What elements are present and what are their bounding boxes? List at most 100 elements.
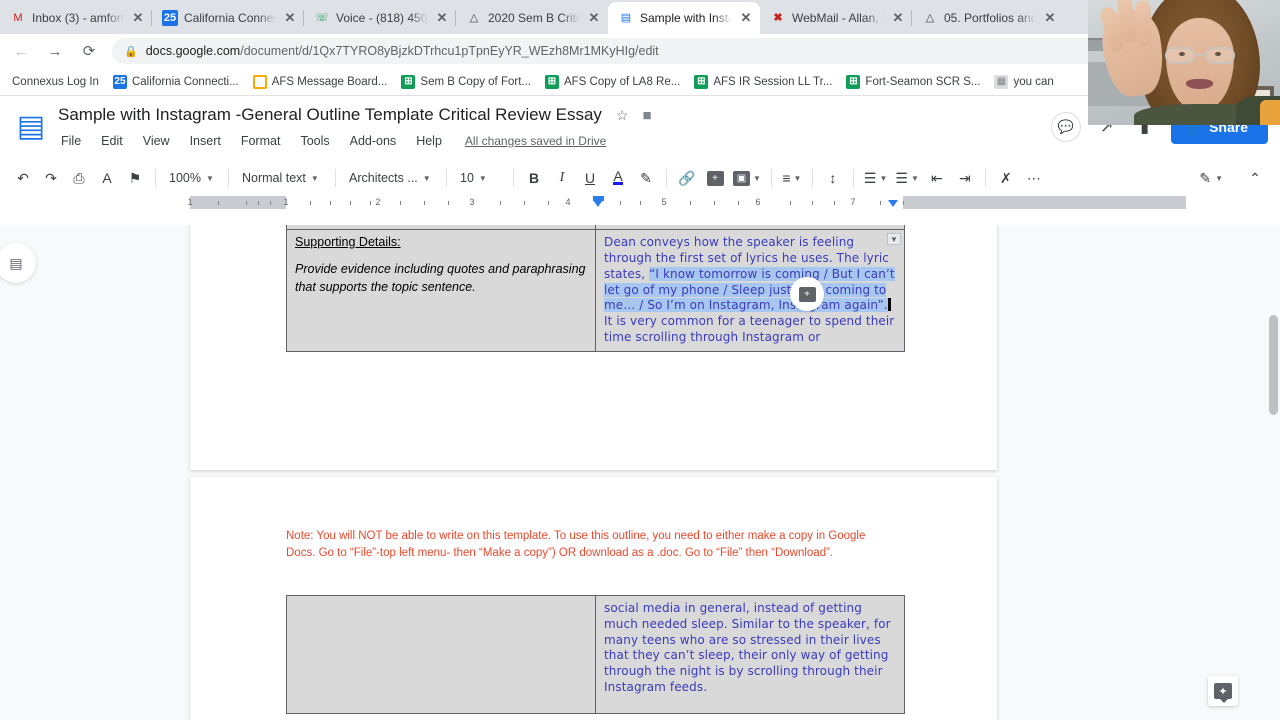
left-indent-marker[interactable]: [593, 200, 603, 207]
menu-format[interactable]: Format: [238, 133, 284, 149]
bookmark-item[interactable]: ⊞ AFS IR Session LL Tr...: [688, 72, 838, 92]
ruler-number: 2: [375, 197, 381, 207]
paragraph-style-selector[interactable]: Normal text ▼: [236, 165, 328, 191]
tab-close-icon[interactable]: ✕: [282, 10, 298, 26]
browser-tab-2[interactable]: ☏ Voice - (818) 450- ✕: [304, 2, 456, 34]
toolbar-divider: [984, 169, 986, 187]
comment-history-icon[interactable]: 💬: [1050, 112, 1081, 142]
chevron-down-icon: ▼: [422, 173, 431, 183]
bookmark-item[interactable]: ▦ you can: [988, 72, 1059, 92]
menu-edit[interactable]: Edit: [98, 133, 126, 149]
ruler-number: 3: [469, 197, 475, 207]
vertical-scrollbar[interactable]: [1266, 225, 1280, 720]
webcam-person-glasses: [1164, 47, 1236, 64]
tab-close-icon[interactable]: ✕: [130, 10, 146, 26]
bookmark-item[interactable]: Connexus Log In: [6, 73, 105, 91]
address-bar[interactable]: 🔒 docs.google.com/document/d/1Qx7TYRO8yB…: [112, 38, 1204, 64]
align-button[interactable]: ≡ ▼: [779, 165, 805, 191]
scrollbar-thumb[interactable]: [1269, 315, 1278, 415]
clear-formatting-button[interactable]: ✗: [993, 165, 1019, 191]
more-options-button[interactable]: ⋯: [1021, 165, 1047, 191]
url-path: /document/d/1Qx7TYRO8yBjzkDTrhcu1pTpnEyY…: [240, 44, 659, 58]
font-value: Architects ...: [349, 171, 418, 185]
bold-button[interactable]: B: [521, 165, 547, 191]
browser-tab-1[interactable]: 25 California Connec ✕: [152, 2, 304, 34]
tab-close-icon[interactable]: ✕: [738, 10, 754, 26]
tab-close-icon[interactable]: ✕: [586, 10, 602, 26]
table-row: social media in general, instead of gett…: [286, 595, 905, 714]
webcam-foreground-object: [1260, 100, 1280, 125]
bookmark-item[interactable]: ⊞ Sem B Copy of Fort...: [395, 72, 537, 92]
table-cell-supporting-details-prompt[interactable]: Supporting Details: Provide evidence inc…: [286, 229, 596, 352]
explore-button[interactable]: ✦: [1208, 676, 1238, 706]
add-comment-floating-button[interactable]: +: [790, 277, 824, 311]
calendar-icon: 25: [162, 10, 178, 26]
document-title[interactable]: Sample with Instagram -General Outline T…: [58, 105, 602, 125]
browser-tab-5[interactable]: ✖ WebMail - Allan, F ✕: [760, 2, 912, 34]
table-cell-student-response-2[interactable]: social media in general, instead of gett…: [595, 595, 905, 714]
menu-insert[interactable]: Insert: [187, 133, 224, 149]
paint-format-button[interactable]: ⚑: [122, 165, 148, 191]
italic-button[interactable]: I: [549, 165, 575, 191]
font-size-selector[interactable]: 10 ▼: [454, 165, 506, 191]
highlight-color-button[interactable]: ✎: [633, 165, 659, 191]
ruler-number: 1: [187, 197, 193, 207]
increase-indent-button[interactable]: ⇥: [952, 165, 978, 191]
undo-button[interactable]: ↶: [10, 165, 36, 191]
text-color-button[interactable]: A: [605, 165, 631, 191]
bookmark-item[interactable]: AFS Message Board...: [247, 72, 394, 92]
star-icon[interactable]: ☆: [616, 107, 629, 124]
table-cell-empty-left[interactable]: [286, 595, 596, 714]
bulleted-list-button[interactable]: ☰ ▼: [892, 165, 921, 191]
style-value: Normal text: [242, 171, 306, 185]
menu-view[interactable]: View: [140, 133, 173, 149]
tab-close-icon[interactable]: ✕: [434, 10, 450, 26]
bookmark-item[interactable]: 25 California Connecti...: [107, 72, 245, 92]
document-ruler[interactable]: 1 1 2 3 4 5 6 7: [0, 196, 1280, 210]
right-indent-marker[interactable]: [888, 200, 898, 207]
zoom-selector[interactable]: 100% ▼: [163, 165, 221, 191]
browser-tab-3[interactable]: △ 2020 Sem B Critic ✕: [456, 2, 608, 34]
sheets-icon: ⊞: [544, 74, 559, 89]
add-comment-button[interactable]: +: [702, 165, 728, 191]
spellcheck-button[interactable]: A: [94, 165, 120, 191]
bookmark-item[interactable]: ⊞ AFS Copy of LA8 Re...: [539, 72, 686, 92]
save-status-label[interactable]: All changes saved in Drive: [465, 134, 606, 148]
menu-addons[interactable]: Add-ons: [347, 133, 400, 149]
numbered-list-button[interactable]: ☰ ▼: [861, 165, 890, 191]
bookmark-item[interactable]: ⊞ Fort-Seamon SCR S...: [840, 72, 986, 92]
table-cell-student-response-1[interactable]: Dean conveys how the speaker is feeling …: [595, 229, 905, 352]
underline-button[interactable]: U: [577, 165, 603, 191]
insert-link-button[interactable]: 🔗: [674, 165, 700, 191]
move-to-folder-icon[interactable]: ■: [642, 107, 651, 124]
font-family-selector[interactable]: Architects ... ▼: [343, 165, 439, 191]
collapse-toolbar-button[interactable]: ⌃: [1242, 165, 1268, 191]
sheets-icon: ⊞: [401, 74, 416, 89]
cell-overflow-handle[interactable]: ▼: [887, 233, 901, 246]
document-canvas[interactable]: (choose 1)? Supporting Details: Provide …: [0, 225, 1280, 720]
menu-tools[interactable]: Tools: [297, 133, 332, 149]
chevron-down-icon: ▼: [1215, 173, 1223, 183]
redo-button[interactable]: ↷: [38, 165, 64, 191]
toolbar-right-group: ✎ ▼ ⌃: [1196, 165, 1268, 191]
tab-close-icon[interactable]: ✕: [890, 10, 906, 26]
browser-tab-0[interactable]: M Inbox (3) - amfort ✕: [0, 2, 152, 34]
menu-help[interactable]: Help: [413, 133, 445, 149]
browser-tab-6[interactable]: △ 05. Portfolios and ✕: [912, 2, 1064, 34]
toolbar-divider: [446, 169, 447, 187]
docs-toolbar: ↶ ↷ ⎙ A ⚑ 100% ▼ Normal text ▼ Architect…: [0, 160, 1280, 196]
menu-file[interactable]: File: [58, 133, 84, 149]
forward-button[interactable]: →: [44, 40, 66, 62]
tab-close-icon[interactable]: ✕: [1042, 10, 1058, 26]
back-button[interactable]: ←: [10, 40, 32, 62]
numbered-list-icon: ☰: [863, 169, 877, 186]
print-button[interactable]: ⎙: [66, 165, 92, 191]
line-spacing-button[interactable]: ↕: [820, 165, 846, 191]
show-document-outline-button[interactable]: ▤: [0, 243, 36, 283]
browser-tab-4-active[interactable]: ▤ Sample with Insta ✕: [608, 2, 760, 34]
student-response-continued: social media in general, instead of gett…: [604, 601, 891, 695]
insert-image-button[interactable]: ▣ ▼: [730, 165, 764, 191]
decrease-indent-button[interactable]: ⇤: [924, 165, 950, 191]
editing-mode-button[interactable]: ✎ ▼: [1196, 165, 1226, 191]
reload-button[interactable]: ⟳: [78, 40, 100, 62]
